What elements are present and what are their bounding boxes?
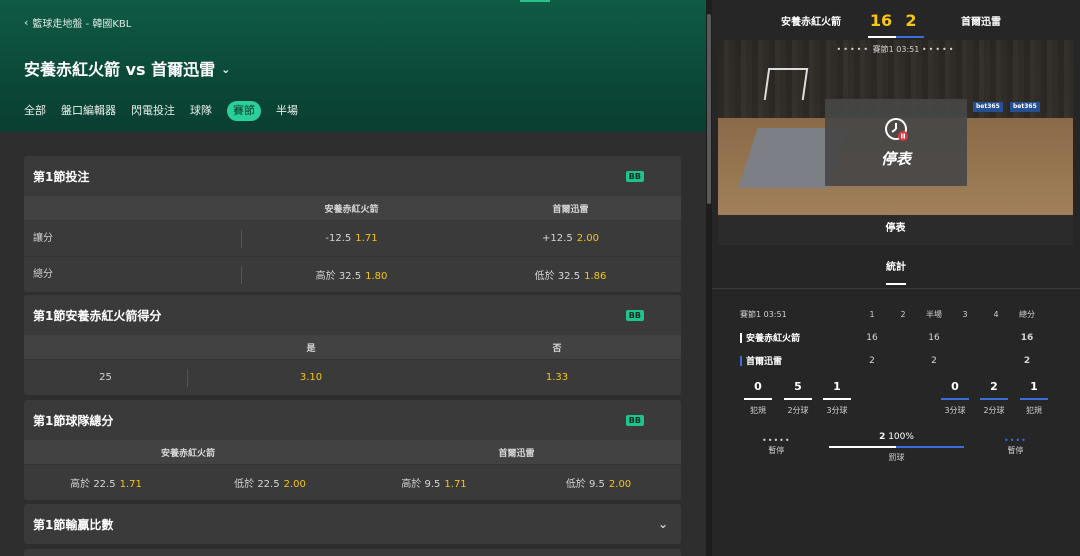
column-header: 安養赤紅火箭 首爾迅雷: [24, 440, 681, 464]
col-home: 安養赤紅火箭: [160, 448, 215, 459]
market-card-q1-team-score: 第1節安養赤紅火箭得分 BB 是 否 25 3.10 1.33: [24, 295, 681, 395]
market-card-q1-margin[interactable]: 第1節輸贏比數 ⌄: [24, 504, 681, 544]
divider: [712, 288, 1080, 289]
home-underline: [868, 36, 896, 38]
home-team-name: 安養赤紅火箭: [781, 16, 841, 28]
col-away: 首爾迅雷: [552, 204, 589, 215]
breadcrumb-label: 籃球走地盤 - 韓國KBL: [32, 19, 132, 30]
table-row: 總分 高於 32.5 1.80 低於 32.5 1.86: [24, 256, 681, 292]
tab-quarters[interactable]: 賽節: [227, 101, 261, 121]
card-title: 第1節球隊總分: [33, 413, 114, 428]
odds-cell[interactable]: 1.33: [434, 372, 680, 383]
stats-tab-underline: [886, 283, 906, 285]
away-team-name: 首爾迅雷: [961, 16, 1001, 28]
card-title: 第1節輸贏比數: [33, 517, 114, 532]
tab-bet-builder[interactable]: 盤口編輯器: [61, 101, 116, 121]
away-fouls: 1 犯規: [1014, 380, 1054, 416]
away-3pt: 0 3分球: [935, 380, 975, 416]
status-label: 停表: [718, 215, 1073, 245]
col-away: 首爾迅雷: [498, 448, 535, 459]
ad-banner: bet365: [973, 102, 1003, 112]
live-panel: 安養赤紅火箭 16 2 首爾迅雷 bet365 bet365 ••••• 賽節1…: [712, 0, 1080, 556]
possession-indicator: 2 100% 罰球: [829, 432, 964, 463]
odds-cell[interactable]: 低於 22.5 2.00: [188, 475, 352, 490]
card-header[interactable]: 第1節球隊總分 BB: [24, 400, 681, 440]
odds-cell[interactable]: -12.5 1.71: [242, 233, 461, 244]
odds-cell[interactable]: 低於 9.5 2.00: [516, 475, 681, 490]
bet-builder-badge: BB: [625, 414, 644, 426]
period-clock: ••••• 賽節1 03:51 •••••: [836, 45, 956, 54]
chevron-left-icon: ‹: [24, 16, 29, 29]
line-value: 25: [24, 368, 188, 387]
market-card-next: [24, 549, 681, 556]
row-label: 讓分: [24, 229, 242, 248]
scoreboard: 安養赤紅火箭 16 2 首爾迅雷: [712, 0, 1080, 40]
card-header[interactable]: 第1節安養赤紅火箭得分 BB: [24, 295, 681, 335]
breadcrumb[interactable]: ‹ 籃球走地盤 - 韓國KBL: [24, 15, 131, 30]
col-home: 安養赤紅火箭: [324, 204, 379, 215]
odds-cell[interactable]: 3.10: [188, 372, 434, 383]
home-2pt: 5 2分球: [778, 380, 818, 416]
match-header: ‹ 籃球走地盤 - 韓國KBL 安養赤紅火箭 vs 首爾迅雷 ⌄ 全部 盤口編輯…: [0, 0, 706, 132]
table-row: 高於 22.5 1.71 低於 22.5 2.00 高於 9.5 1.71 低於 9.…: [24, 464, 681, 500]
tab-stats[interactable]: 統計: [712, 258, 1080, 273]
paused-overlay: 停表: [825, 99, 967, 186]
match-title-text: 安養赤紅火箭 vs 首爾迅雷: [24, 60, 216, 79]
match-title[interactable]: 安養赤紅火箭 vs 首爾迅雷 ⌄: [24, 56, 230, 80]
score-grid: 賽節1 03:51 1 2 半場 3 4 總分 安養赤紅火箭 16 16 16 …: [740, 303, 1060, 372]
market-tabs: 全部 盤口編輯器 閃電投注 球隊 賽節 半場: [24, 101, 298, 121]
card-title: 第1節投注: [33, 169, 90, 184]
table-row: 讓分 -12.5 1.71 +12.5 2.00: [24, 220, 681, 256]
odds-cell[interactable]: 高於 32.5 1.80: [242, 267, 461, 282]
tab-all[interactable]: 全部: [24, 101, 46, 121]
accent-line: [520, 0, 550, 2]
market-panel: ‹ 籃球走地盤 - 韓國KBL 安養赤紅火箭 vs 首爾迅雷 ⌄ 全部 盤口編輯…: [0, 0, 706, 556]
home-color-marker: [740, 332, 742, 343]
away-underline: [896, 36, 924, 38]
card-title: 第1節安養赤紅火箭得分: [33, 308, 162, 323]
bet-builder-badge: BB: [625, 309, 644, 321]
home-3pt: 1 3分球: [817, 380, 857, 416]
away-score: 2: [905, 10, 917, 30]
market-card-q1-team-total: 第1節球隊總分 BB 安養赤紅火箭 首爾迅雷 高於 22.5 1.71 低於 22…: [24, 400, 681, 500]
hoop-icon: [763, 68, 809, 100]
possession-bar-home: [829, 446, 896, 448]
possession-bar-away: [896, 446, 964, 448]
away-color-marker: [740, 355, 742, 366]
card-header[interactable]: 第1節投注 BB: [24, 156, 681, 196]
tab-teams[interactable]: 球隊: [190, 101, 212, 121]
chevron-down-icon: ⌄: [221, 62, 231, 76]
score-grid-row: 安養赤紅火箭 16 16 16: [740, 326, 1060, 349]
card-header[interactable]: 第1節輸贏比數 ⌄: [24, 504, 681, 544]
score-grid-header: 賽節1 03:51 1 2 半場 3 4 總分: [740, 310, 1035, 319]
home-timeouts: ••••• 暫停: [762, 436, 791, 455]
home-score: 16: [869, 10, 893, 30]
odds-cell[interactable]: 高於 22.5 1.71: [24, 475, 188, 490]
column-header: 是 否: [24, 335, 681, 359]
score-grid-row: 首爾迅雷 2 2 2: [740, 349, 1060, 372]
scrollbar-thumb[interactable]: [707, 14, 711, 204]
col-yes: 是: [306, 343, 316, 354]
home-fouls: 0 犯規: [738, 380, 778, 416]
table-row: 25 3.10 1.33: [24, 359, 681, 395]
odds-cell[interactable]: 高於 9.5 1.71: [352, 475, 516, 490]
bet-builder-badge: BB: [625, 170, 644, 182]
row-label: 總分: [24, 265, 242, 284]
odds-cell[interactable]: 低於 32.5 1.86: [461, 267, 680, 282]
away-2pt: 2 2分球: [974, 380, 1014, 416]
chevron-down-icon: ⌄: [657, 517, 668, 531]
ad-banner: bet365: [1010, 102, 1040, 112]
column-header: 安養赤紅火箭 首爾迅雷: [24, 196, 681, 220]
paused-title: 停表: [880, 150, 911, 168]
market-card-q1-bets: 第1節投注 BB 安養赤紅火箭 首爾迅雷 讓分 -12.5 1.71 +12.5 2…: [24, 156, 681, 292]
away-timeouts: •••• 暫停: [1004, 436, 1027, 455]
odds-cell[interactable]: +12.5 2.00: [461, 233, 680, 244]
tab-half[interactable]: 半場: [276, 101, 298, 121]
col-no: 否: [552, 343, 562, 354]
stopwatch-icon: [885, 118, 908, 141]
tab-quick-bet[interactable]: 閃電投注: [131, 101, 175, 121]
